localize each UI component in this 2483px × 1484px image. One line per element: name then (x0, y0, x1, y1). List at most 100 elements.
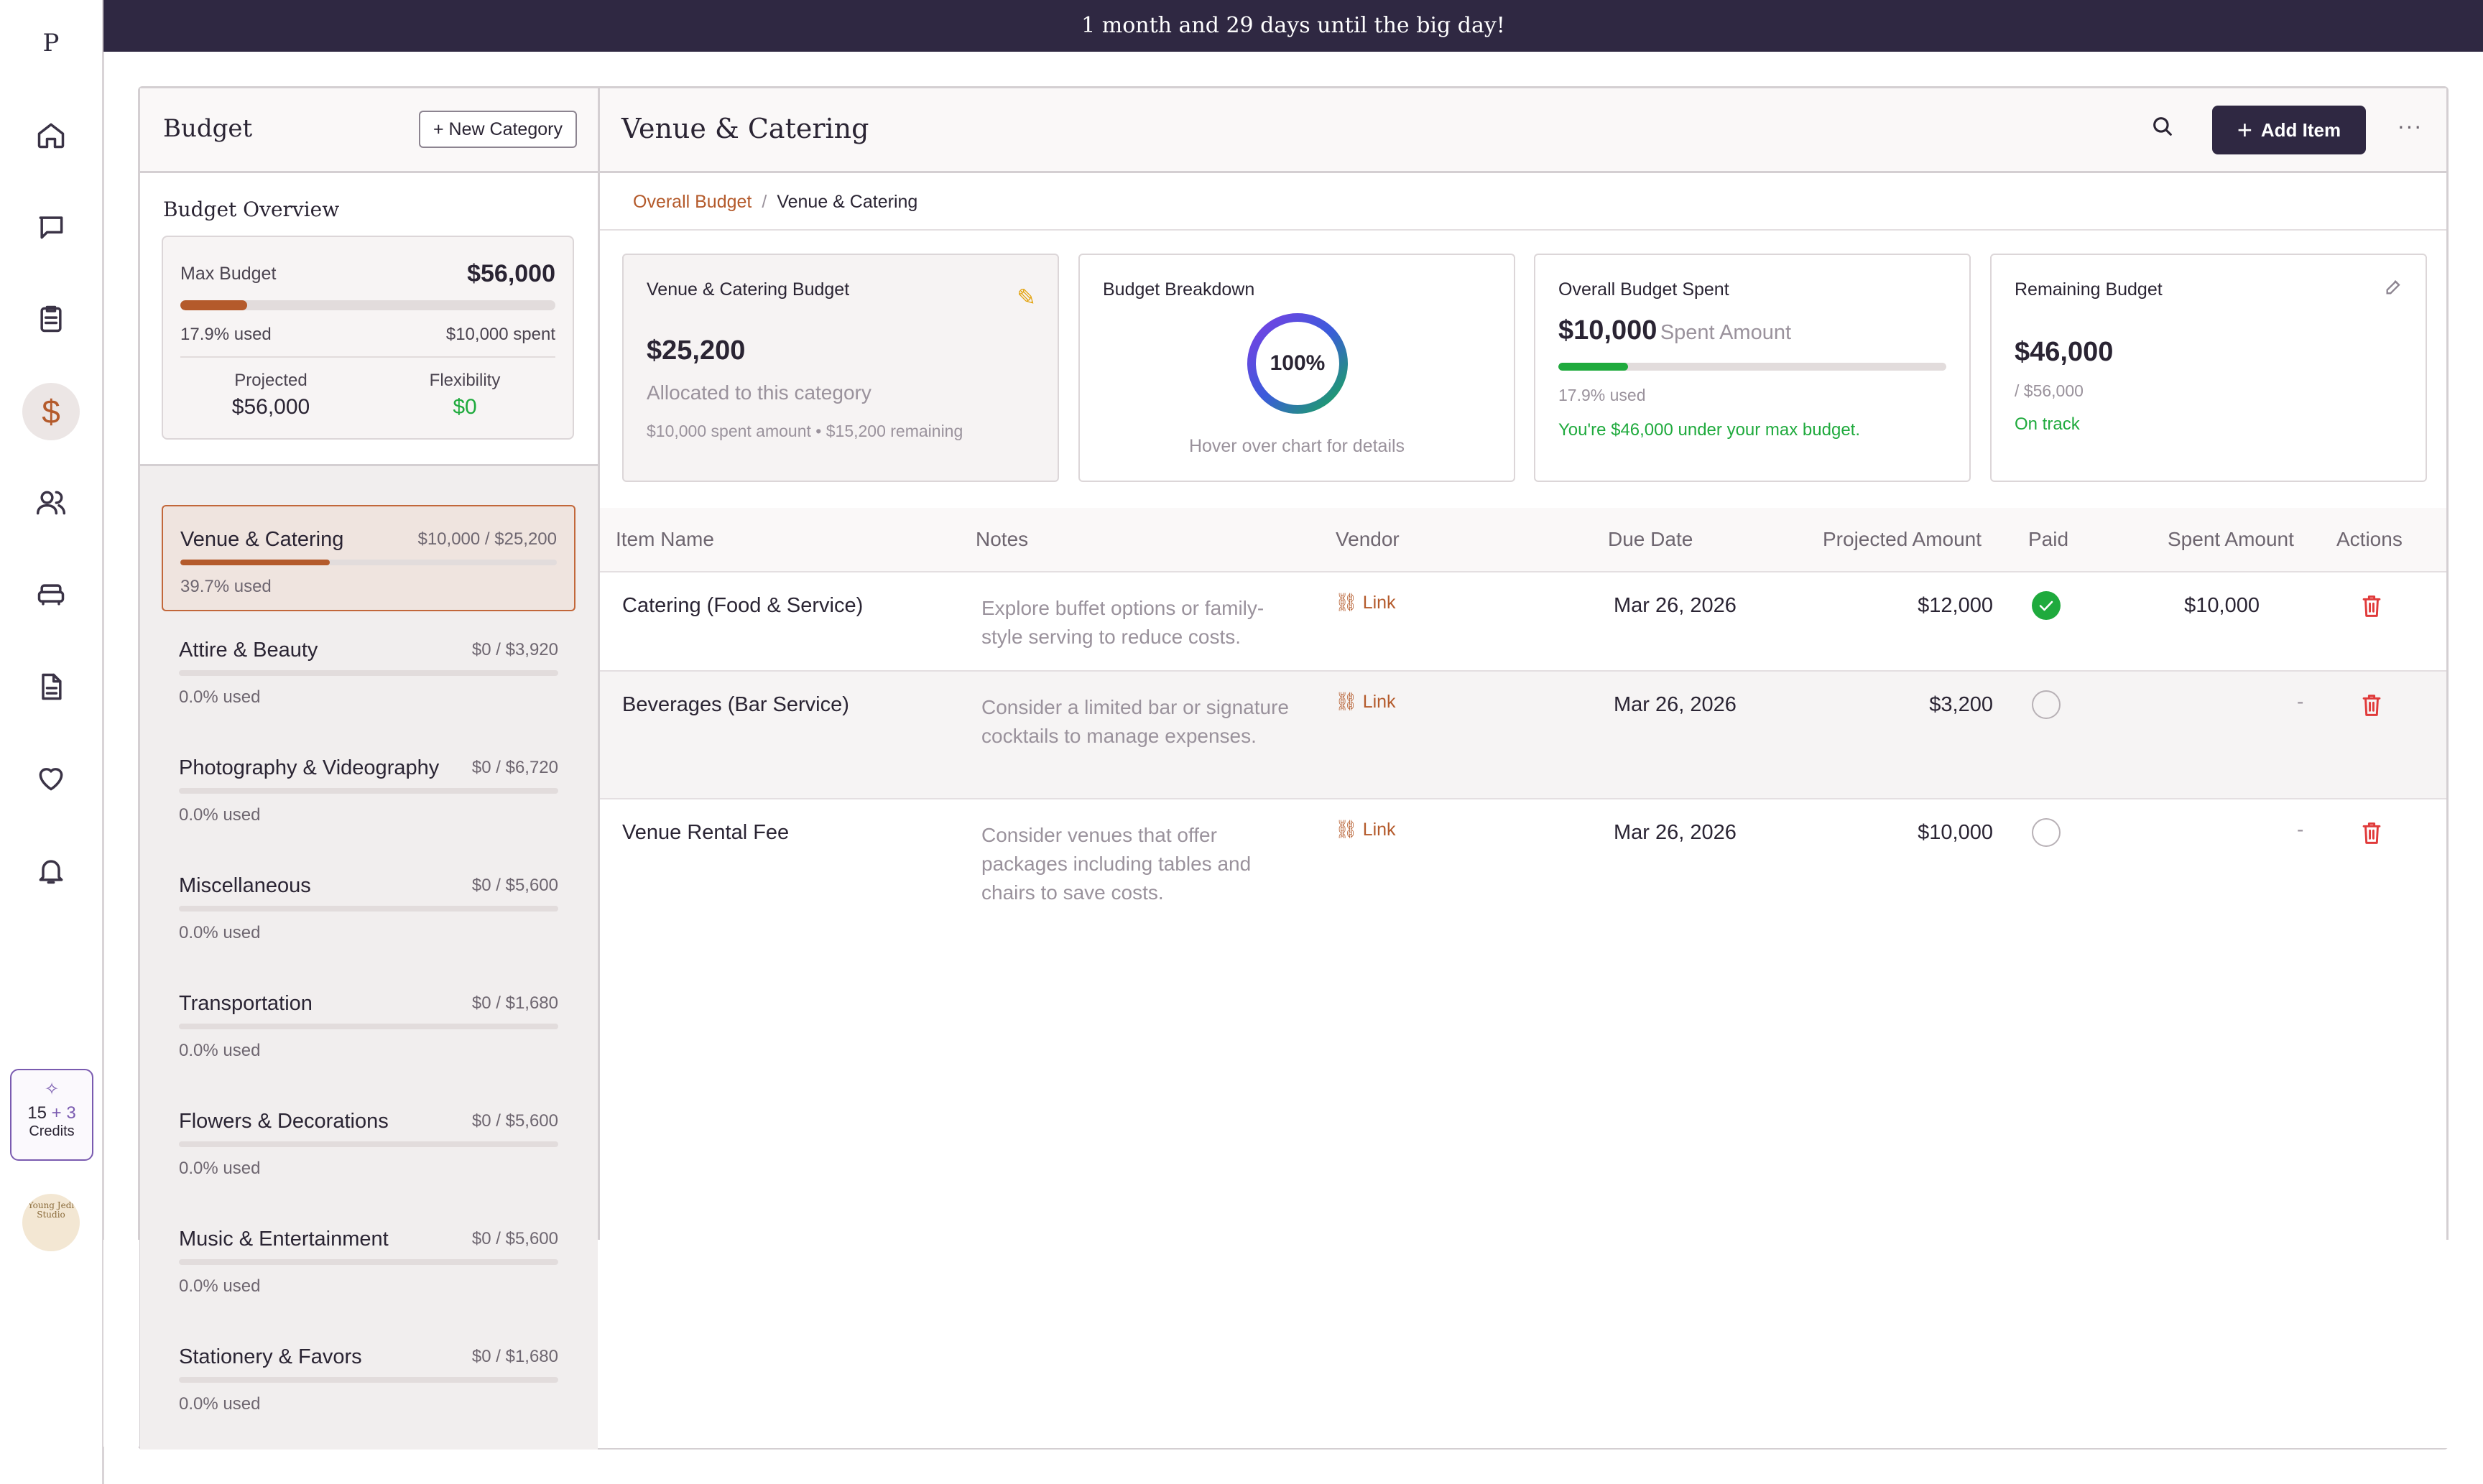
checklist-icon[interactable] (22, 290, 80, 348)
col-projected-amount[interactable]: Projected Amount (1823, 528, 1982, 551)
document-icon[interactable] (22, 658, 80, 715)
item-name[interactable]: Venue Rental Fee (622, 821, 789, 845)
credits-widget[interactable]: ✧ 15 + 3 Credits (10, 1069, 93, 1161)
breadcrumb-current: Venue & Catering (777, 192, 918, 212)
sidebar-item-category[interactable]: Music & Entertainment $0 / $5,600 0.0% use… (162, 1206, 575, 1312)
category-progress (179, 670, 558, 676)
avatar[interactable]: Young Jedi Studio (22, 1194, 80, 1251)
col-item-name[interactable]: Item Name (616, 528, 714, 551)
paid-toggle[interactable] (2032, 690, 2061, 719)
budget-sidebar: Budget + New Category Budget Overview Ma… (140, 88, 600, 1450)
sidebar-item-category[interactable]: Photography & Videography $0 / $6,720 0.0%… (162, 735, 575, 841)
category-used: 0.0% used (179, 1394, 261, 1414)
category-amount: $10,000 / $25,200 (417, 529, 557, 549)
category-progress (179, 1141, 558, 1147)
page-title: Venue & Catering (621, 113, 869, 144)
projected-stat: Projected $56,000 (231, 371, 310, 419)
item-name[interactable]: Beverages (Bar Service) (622, 693, 849, 717)
projected-amount[interactable]: $3,200 (1885, 693, 1993, 717)
sidebar-title: Budget (163, 114, 253, 143)
breakdown-donut-chart[interactable]: 100% (1244, 310, 1351, 417)
sidebar-item-category[interactable]: Flowers & Decorations $0 / $5,600 0.0% use… (162, 1088, 575, 1195)
dollar-icon[interactable]: $ (22, 383, 80, 440)
remaining-budget-card: Remaining Budget $46,000 / $56,000 On tr… (1990, 254, 2427, 482)
category-used: 0.0% used (179, 1041, 261, 1060)
col-spent-amount[interactable]: Spent Amount (2168, 528, 2294, 551)
app-logo[interactable]: P (0, 29, 102, 57)
table-row[interactable]: Beverages (Bar Service) Consider a limit… (600, 672, 2446, 799)
add-item-button[interactable]: + Add Item (2212, 106, 2366, 154)
category-progress (180, 560, 557, 565)
category-budget-value: $25,200 (647, 335, 746, 366)
flexibility-stat: Flexibility $0 (429, 371, 501, 419)
category-amount: $0 / $1,680 (471, 1347, 558, 1366)
breakdown-percent: 100% (1270, 351, 1326, 375)
projected-amount[interactable]: $12,000 (1885, 594, 1993, 618)
col-paid[interactable]: Paid (2028, 528, 2068, 551)
due-date[interactable]: Mar 26, 2026 (1614, 693, 1737, 717)
table-row[interactable]: Catering (Food & Service) Explore buffet… (600, 572, 2446, 672)
category-used: 39.7% used (180, 577, 272, 596)
category-amount: $0 / $5,600 (471, 1229, 558, 1248)
sidebar-item-category[interactable]: Venue & Catering $10,000 / $25,200 39.7% u… (162, 505, 575, 611)
col-due-date[interactable]: Due Date (1608, 528, 1693, 551)
heart-icon[interactable] (22, 750, 80, 807)
table-row[interactable]: Venue Rental Fee Consider venues that of… (600, 799, 2446, 926)
category-progress (179, 1024, 558, 1029)
item-notes: Consider a limited bar or signature cock… (981, 696, 1289, 747)
spent-amount[interactable]: - (2297, 818, 2303, 841)
due-date[interactable]: Mar 26, 2026 (1614, 594, 1737, 618)
spent-amount[interactable]: $10,000 (2152, 594, 2260, 618)
breadcrumb: Overall Budget / Venue & Catering (600, 173, 2446, 231)
sidebar-header: Budget + New Category (140, 88, 598, 173)
max-budget-used: 17.9% used (180, 325, 272, 344)
edit-icon[interactable] (2384, 277, 2405, 298)
link-icon: ⛓ (1335, 593, 1363, 613)
vendor-link[interactable]: ⛓ Link (1335, 820, 1396, 840)
max-budget-label: Max Budget (180, 264, 277, 284)
delete-icon[interactable] (2361, 594, 2382, 618)
breadcrumb-overall-budget[interactable]: Overall Budget (633, 192, 752, 212)
category-amount: $0 / $1,680 (471, 993, 558, 1013)
paid-check-icon[interactable] (2032, 591, 2061, 620)
sidebar-item-category[interactable]: Transportation $0 / $1,680 0.0% used (162, 970, 575, 1077)
remaining-budget-value: $46,000 (2015, 337, 2114, 367)
detail-header: Venue & Catering + Add Item ··· (600, 88, 2446, 173)
col-notes[interactable]: Notes (976, 528, 1028, 551)
projected-amount[interactable]: $10,000 (1885, 821, 1993, 845)
pencil-icon[interactable]: ✎ (1017, 284, 1036, 311)
category-progress (179, 1259, 558, 1265)
col-vendor[interactable]: Vendor (1336, 528, 1400, 551)
chat-icon[interactable] (22, 198, 80, 256)
search-icon[interactable] (2150, 114, 2182, 146)
more-options-icon[interactable]: ··· (2390, 111, 2429, 147)
link-icon: ⛓ (1335, 692, 1363, 712)
sidebar-item-category[interactable]: Attire & Beauty $0 / $3,920 0.0% used (162, 617, 575, 723)
budget-overview-title: Budget Overview (163, 198, 340, 221)
countdown-banner: 1 month and 29 days until the big day! (103, 0, 2483, 52)
due-date[interactable]: Mar 26, 2026 (1614, 821, 1737, 845)
bell-icon[interactable] (22, 842, 80, 899)
paid-toggle[interactable] (2032, 818, 2061, 847)
budget-overview-card: Max Budget $56,000 17.9% used $10,000 sp… (162, 236, 574, 440)
guests-icon[interactable] (22, 474, 80, 532)
render-gap (103, 1240, 139, 1447)
category-progress (179, 788, 558, 794)
sidebar-item-category[interactable]: Miscellaneous $0 / $5,600 0.0% used (162, 853, 575, 959)
item-name[interactable]: Catering (Food & Service) (622, 594, 863, 618)
home-icon[interactable] (22, 106, 80, 164)
link-icon: ⛓ (1335, 820, 1363, 840)
vendor-link[interactable]: ⛓ Link (1335, 593, 1396, 613)
sidebar-item-category[interactable]: Stationery & Favors $0 / $1,680 0.0% used (162, 1324, 575, 1430)
render-gap (598, 1240, 2449, 1448)
spent-amount[interactable]: - (2297, 690, 2303, 713)
item-notes: Consider venues that offer packages incl… (981, 824, 1252, 904)
new-category-button[interactable]: + New Category (419, 111, 577, 148)
vendors-icon[interactable] (22, 566, 80, 623)
col-actions: Actions (2336, 528, 2403, 550)
delete-icon[interactable] (2361, 821, 2382, 845)
overall-spent-progress (1558, 363, 1946, 371)
delete-icon[interactable] (2361, 693, 2382, 718)
vendor-link[interactable]: ⛓ Link (1335, 692, 1396, 713)
category-used: 0.0% used (179, 805, 261, 825)
